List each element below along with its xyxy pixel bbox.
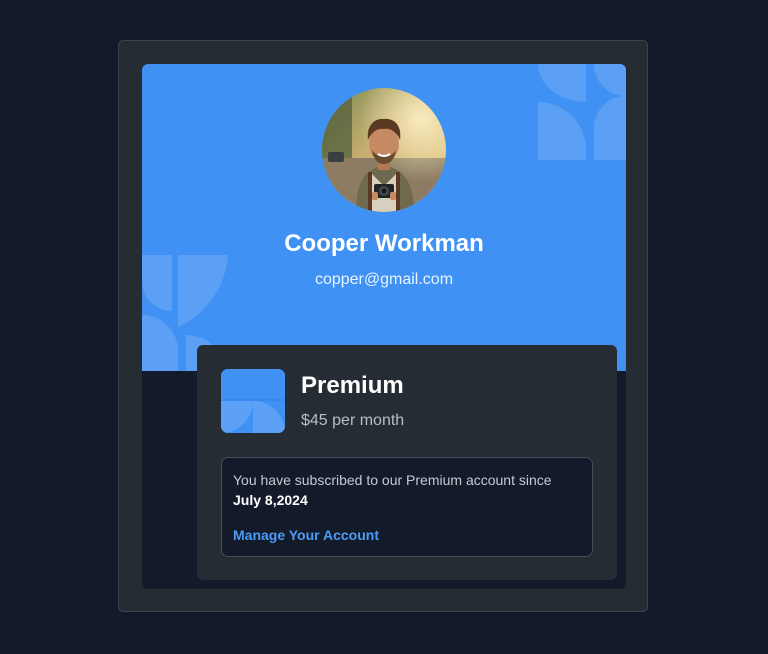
profile-panel: Cooper Workman copper@gmail.com Premium …	[142, 64, 626, 589]
plan-price: $45 per month	[301, 412, 405, 429]
plan-name: Premium	[301, 372, 404, 399]
person-photo-icon	[322, 88, 446, 212]
subscription-info: You have subscribed to our Premium accou…	[221, 457, 593, 557]
subscription-date: July 8,2024	[233, 492, 308, 508]
profile-frame: Cooper Workman copper@gmail.com Premium …	[118, 40, 648, 612]
subscription-message: You have subscribed to our Premium accou…	[233, 472, 552, 488]
decorative-shape-top-right	[538, 64, 626, 160]
premium-plan-icon	[221, 369, 285, 433]
user-name: Cooper Workman	[284, 230, 484, 257]
avatar	[322, 88, 446, 212]
manage-account-link[interactable]: Manage Your Account	[233, 526, 379, 544]
plan-card: Premium $45 per month You have subscribe…	[197, 345, 617, 580]
profile-header: Cooper Workman copper@gmail.com	[142, 64, 626, 371]
user-email: copper@gmail.com	[314, 271, 454, 288]
